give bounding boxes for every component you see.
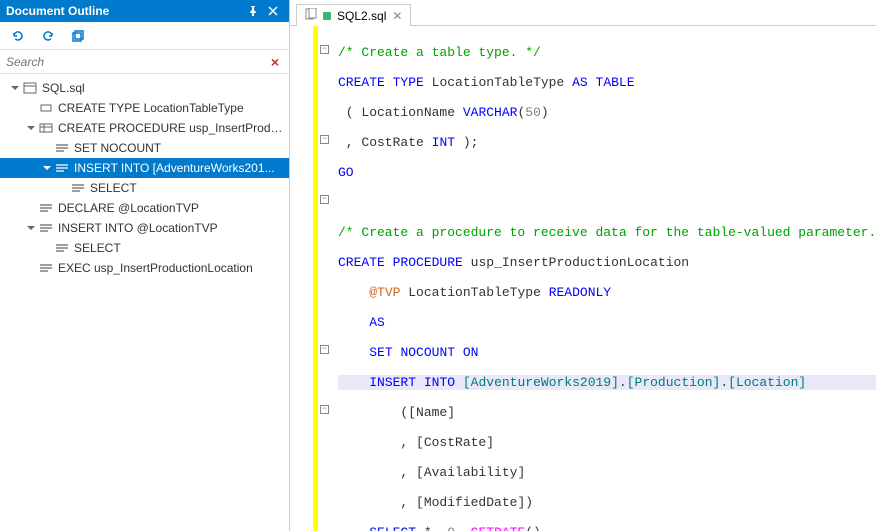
code-editor[interactable]: − − − − − /* Create a table type. */ CRE… (290, 26, 876, 531)
tree-item-select-2[interactable]: SELECT (0, 238, 289, 258)
tree-item-exec[interactable]: EXEC usp_InsertProductionLocation (0, 258, 289, 278)
search-input[interactable] (6, 55, 267, 69)
document-outline-panel: Document Outline × SQL.sql CREATE (0, 0, 290, 531)
close-icon[interactable] (263, 1, 283, 21)
fold-toggle-icon[interactable]: − (320, 345, 329, 354)
statement-icon (54, 140, 70, 156)
tree-item-label: DECLARE @LocationTVP (58, 201, 199, 215)
statement-icon (54, 160, 70, 176)
chevron-down-icon[interactable] (24, 221, 38, 235)
tab-label: SQL2.sql (337, 9, 386, 23)
tree-item-label: CREATE PROCEDURE usp_InsertProdu... (58, 121, 283, 135)
modified-indicator-icon (323, 12, 331, 20)
tree-item-label: CREATE TYPE LocationTableType (58, 101, 244, 115)
code-lines[interactable]: /* Create a table type. */ CREATE TYPE L… (332, 26, 876, 531)
tree-item-insert-into[interactable]: INSERT INTO [AdventureWorks201... (0, 158, 289, 178)
tree-item-create-procedure[interactable]: CREATE PROCEDURE usp_InsertProdu... (0, 118, 289, 138)
fold-toggle-icon[interactable]: − (320, 195, 329, 204)
tree-root[interactable]: SQL.sql (0, 78, 289, 98)
tree-item-create-type[interactable]: CREATE TYPE LocationTableType (0, 98, 289, 118)
chevron-down-icon[interactable] (40, 161, 54, 175)
fold-column: − − − − − (318, 26, 332, 531)
file-icon (305, 8, 317, 23)
tree-item-set-nocount[interactable]: SET NOCOUNT (0, 138, 289, 158)
tree-item-label: SELECT (74, 241, 121, 255)
tree-item-insert-into-var[interactable]: INSERT INTO @LocationTVP (0, 218, 289, 238)
tab-bar: SQL2.sql ✕ (290, 0, 876, 26)
chevron-down-icon[interactable] (24, 121, 38, 135)
clear-search-icon[interactable]: × (267, 54, 283, 70)
refresh-ccw-icon[interactable] (8, 26, 28, 46)
tree-item-select[interactable]: SELECT (0, 178, 289, 198)
tree-item-label: EXEC usp_InsertProductionLocation (58, 261, 253, 275)
panel-toolbar (0, 22, 289, 50)
statement-icon (70, 180, 86, 196)
tree-item-label: INSERT INTO @LocationTVP (58, 221, 218, 235)
tree-item-label: SQL.sql (42, 81, 85, 95)
panel-title: Document Outline (6, 4, 243, 18)
editor-pane: SQL2.sql ✕ − − − − − /* Create a table t… (290, 0, 876, 531)
fold-toggle-icon[interactable]: − (320, 405, 329, 414)
sql-file-icon (22, 80, 38, 96)
type-icon (38, 100, 54, 116)
fold-toggle-icon[interactable]: − (320, 45, 329, 54)
tree-item-label: SET NOCOUNT (74, 141, 161, 155)
close-tab-icon[interactable]: ✕ (392, 9, 402, 23)
statement-icon (54, 240, 70, 256)
tree-item-label: SELECT (90, 181, 137, 195)
statement-icon (38, 260, 54, 276)
tab-sql2[interactable]: SQL2.sql ✕ (296, 4, 411, 26)
outline-tree: SQL.sql CREATE TYPE LocationTableType CR… (0, 74, 289, 531)
statement-icon (38, 200, 54, 216)
search-row: × (0, 50, 289, 74)
chevron-down-icon[interactable] (8, 81, 22, 95)
line-gutter (290, 26, 314, 531)
tree-item-declare[interactable]: DECLARE @LocationTVP (0, 198, 289, 218)
collapse-all-icon[interactable] (68, 26, 88, 46)
refresh-cw-icon[interactable] (38, 26, 58, 46)
fold-toggle-icon[interactable]: − (320, 135, 329, 144)
procedure-icon (38, 120, 54, 136)
panel-header: Document Outline (0, 0, 289, 22)
tree-item-label: INSERT INTO [AdventureWorks201... (74, 161, 275, 175)
pin-icon[interactable] (243, 1, 263, 21)
statement-icon (38, 220, 54, 236)
